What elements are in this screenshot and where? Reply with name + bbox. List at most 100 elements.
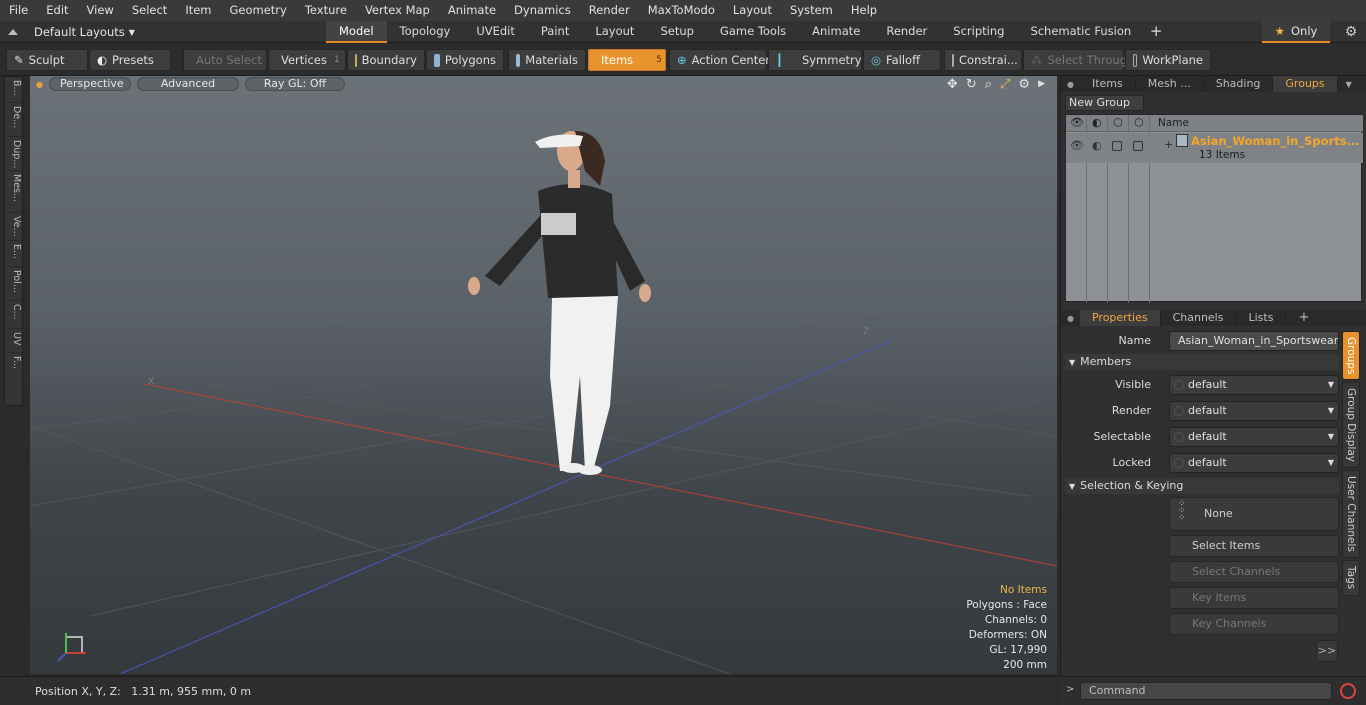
falloff-button[interactable]: ◎ Falloff [863,49,941,71]
tab-game-tools[interactable]: Game Tools [707,21,799,43]
visible-select[interactable]: default ▼ [1169,375,1339,395]
side-tab-groups[interactable]: Groups [1342,331,1360,381]
left-tab-mes[interactable]: Mes... [5,171,22,213]
menu-vertex-map[interactable]: Vertex Map [356,0,439,21]
members-section-header[interactable]: ▼ Members [1065,354,1339,370]
left-tab-ve[interactable]: Ve... [5,213,22,241]
presets-button[interactable]: ◐ Presets [89,49,171,71]
viewport-menu-dot-icon[interactable]: ● [36,80,43,89]
menu-animate[interactable]: Animate [439,0,505,21]
left-tab-dup[interactable]: Dup... [5,137,22,171]
more-button[interactable]: >> [1316,640,1338,662]
side-tab-user-channels[interactable]: User Channels [1342,470,1360,559]
group-name-field[interactable]: Asian_Woman_in_Sportswear_T... [1169,331,1339,351]
panel-menu-dot-icon[interactable]: ● [1061,314,1080,323]
locked-select[interactable]: default ▼ [1169,453,1339,473]
name-column-header[interactable]: Name [1158,117,1189,129]
record-icon[interactable] [1340,683,1356,699]
menu-view[interactable]: View [78,0,123,21]
3d-viewport[interactable]: X Z ● Perspective Advanced Ray GL: Off ✥… [30,76,1057,674]
row-select-checkbox[interactable] [1133,141,1143,151]
command-expand-icon[interactable]: > [1066,684,1074,695]
tab-items[interactable]: Items [1080,76,1136,92]
select-items-button[interactable]: Select Items [1169,535,1339,557]
tab-mesh[interactable]: Mesh ... [1136,76,1204,92]
expand-plus-icon[interactable]: + [1164,138,1173,151]
auto-select-button[interactable]: Auto Select [183,49,267,71]
new-group-button[interactable]: New Group [1065,95,1144,111]
tab-layout[interactable]: Layout [582,21,647,43]
tab-topology[interactable]: Topology [387,21,464,43]
left-tab-uv[interactable]: UV [5,329,22,353]
move-view-icon[interactable]: ✥ [947,77,958,92]
gear-icon[interactable]: ⚙ [1336,21,1366,43]
menu-select[interactable]: Select [123,0,176,21]
tab-setup[interactable]: Setup [647,21,706,43]
row-visibility-icon[interactable]: 👁 [1070,139,1084,152]
render-select[interactable]: default ▼ [1169,401,1339,421]
key-items-button[interactable]: Key Items [1169,587,1339,609]
group-row[interactable]: 👁 ◐ + Asian_Woman_in_Sports... 13 Items [1066,133,1363,163]
menu-dynamics[interactable]: Dynamics [505,0,580,21]
viewport-settings-icon[interactable]: ⚙ [1018,77,1030,92]
side-tab-tags[interactable]: Tags [1342,560,1360,596]
tab-groups[interactable]: Groups [1273,76,1338,92]
zoom-view-icon[interactable]: ⌕ [985,77,992,92]
menu-geometry[interactable]: Geometry [221,0,296,21]
select-through-button[interactable]: ⁂ Select Through [1023,49,1134,71]
tab-animate[interactable]: Animate [799,21,873,43]
menu-item[interactable]: Item [176,0,220,21]
left-tab-e[interactable]: E... [5,241,22,267]
tab-lists[interactable]: Lists [1236,310,1287,326]
menu-render[interactable]: Render [580,0,639,21]
tab-scripting[interactable]: Scripting [940,21,1017,43]
default-layouts-dropdown[interactable]: Default Layouts ▼ [0,21,135,43]
tab-properties[interactable]: Properties [1079,310,1161,326]
tab-channels[interactable]: Channels [1161,310,1237,326]
side-tab-group-display[interactable]: Group Display [1342,382,1360,469]
menu-help[interactable]: Help [842,0,886,21]
symmetry-button[interactable]: ┃ Symmetry [768,49,862,71]
fit-view-icon[interactable]: ⤢ [1000,77,1010,92]
materials-button[interactable]: Materials [508,49,586,71]
add-tab-button[interactable]: + [1144,21,1168,43]
menu-system[interactable]: System [781,0,842,21]
collapse-arrow-icon[interactable] [6,26,20,38]
perspective-button[interactable]: Perspective [48,77,131,91]
shading-mode-button[interactable]: Advanced [136,77,239,91]
selectable-select[interactable]: default ▼ [1169,427,1339,447]
boundary-button[interactable]: Boundary [347,49,425,71]
panel-menu-dot-icon[interactable]: ● [1061,80,1080,89]
rotate-view-icon[interactable]: ↻ [966,77,977,92]
tab-model[interactable]: Model [326,21,387,43]
tab-uvedit[interactable]: UVEdit [463,21,528,43]
command-input[interactable]: Command [1080,682,1332,700]
row-lock-checkbox[interactable] [1112,141,1122,151]
left-tab-f[interactable]: F... [5,353,22,383]
constraints-button[interactable]: Constrai... [944,49,1022,71]
left-tab-b[interactable]: B... [5,77,22,103]
raygl-button[interactable]: Ray GL: Off [244,77,345,91]
viewport-expand-icon[interactable]: ▶ [1038,77,1045,92]
left-tab-de[interactable]: De... [5,103,22,137]
keying-section-header[interactable]: ▼ Selection & Keying [1065,478,1339,494]
vertices-button[interactable]: Vertices 1 [268,49,346,71]
tab-shading[interactable]: Shading [1204,76,1274,92]
tab-schematic-fusion[interactable]: Schematic Fusion [1017,21,1144,43]
group-list[interactable]: 👁 ◐ ⬡ ⬡ Name 👁 ◐ + Asian_Woman_in_Sports… [1065,114,1363,303]
key-channels-button[interactable]: Key Channels [1169,613,1339,635]
sculpt-button[interactable]: ✎ Sculpt [6,49,88,71]
only-toggle[interactable]: ★ Only [1262,21,1330,43]
items-button[interactable]: Items 5 [588,49,666,71]
menu-maxtomodo[interactable]: MaxToModo [639,0,724,21]
left-tab-c[interactable]: C... [5,301,22,329]
panel-dropdown-icon[interactable]: ▼ [1338,80,1360,89]
none-selection-button[interactable]: ⁘ ⁘ ⁘ None [1169,497,1339,531]
menu-layout[interactable]: Layout [724,0,781,21]
select-channels-button[interactable]: Select Channels [1169,561,1339,583]
menu-texture[interactable]: Texture [296,0,356,21]
tab-render[interactable]: Render [873,21,940,43]
menu-file[interactable]: File [0,0,37,21]
row-render-icon[interactable]: ◐ [1092,139,1102,152]
action-center-button[interactable]: ⊕ Action Center [669,49,770,71]
